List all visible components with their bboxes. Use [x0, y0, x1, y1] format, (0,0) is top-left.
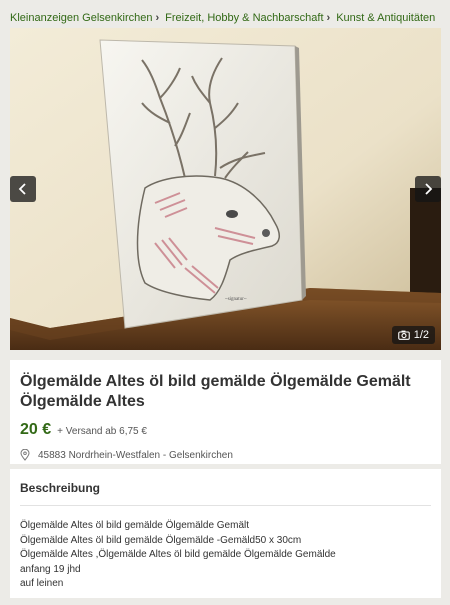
description-section: Beschreibung Ölgemälde Altes öl bild gem… [10, 469, 441, 598]
breadcrumb: Kleinanzeigen Gelsenkirchen › Freizeit, … [0, 0, 450, 28]
location-text: 45883 Nordrhein-Westfalen - Gelsenkirche… [38, 449, 233, 461]
previous-image-button[interactable] [10, 176, 36, 202]
description-line: anfang 19 jhd [20, 563, 81, 575]
description-line: Ölgemälde Altes öl bild gemälde Ölgemäld… [20, 534, 302, 546]
breadcrumb-item-subcategory[interactable]: Kunst & Antiquitäten [336, 12, 435, 24]
description-line: Ölgemälde Altes öl bild gemälde Ölgemäld… [20, 520, 250, 531]
breadcrumb-item-category[interactable]: Freizeit, Hobby & Nachbarschaft [165, 12, 323, 24]
svg-text:~signatur~: ~signatur~ [225, 297, 247, 302]
image-counter: 1/2 [391, 326, 435, 344]
price-row: 20 € + Versand ab 6,75 € [20, 421, 431, 439]
breadcrumb-separator-icon: › [155, 12, 160, 24]
description-text: Ölgemälde Altes öl bild gemälde Ölgemäld… [20, 519, 431, 592]
price: 20 € [20, 421, 52, 438]
description-line: Ölgemälde Altes ,Ölgemälde Altes öl bild… [20, 549, 336, 560]
chevron-right-icon [425, 183, 433, 195]
shipping-info: + Versand ab 6,75 € [57, 426, 147, 437]
description-line: auf leinen [20, 578, 64, 589]
listing-summary: Ölgemälde Altes öl bild gemälde Ölgemäld… [10, 360, 441, 464]
breadcrumb-separator-icon: › [326, 12, 331, 24]
description-heading: Beschreibung [20, 469, 431, 506]
location-pin-icon [20, 449, 30, 461]
next-image-button[interactable] [415, 176, 441, 202]
camera-icon [397, 330, 410, 340]
image-gallery[interactable]: ~signatur~ 1/2 [10, 28, 441, 350]
chevron-left-icon [18, 183, 26, 195]
image-counter-label: 1/2 [413, 329, 429, 341]
listing-photo: ~signatur~ [10, 28, 441, 350]
breadcrumb-item-city[interactable]: Kleinanzeigen Gelsenkirchen [10, 12, 152, 24]
location: 45883 Nordrhein-Westfalen - Gelsenkirche… [20, 449, 431, 461]
listing-title: Ölgemälde Altes öl bild gemälde Ölgemäld… [20, 373, 411, 410]
